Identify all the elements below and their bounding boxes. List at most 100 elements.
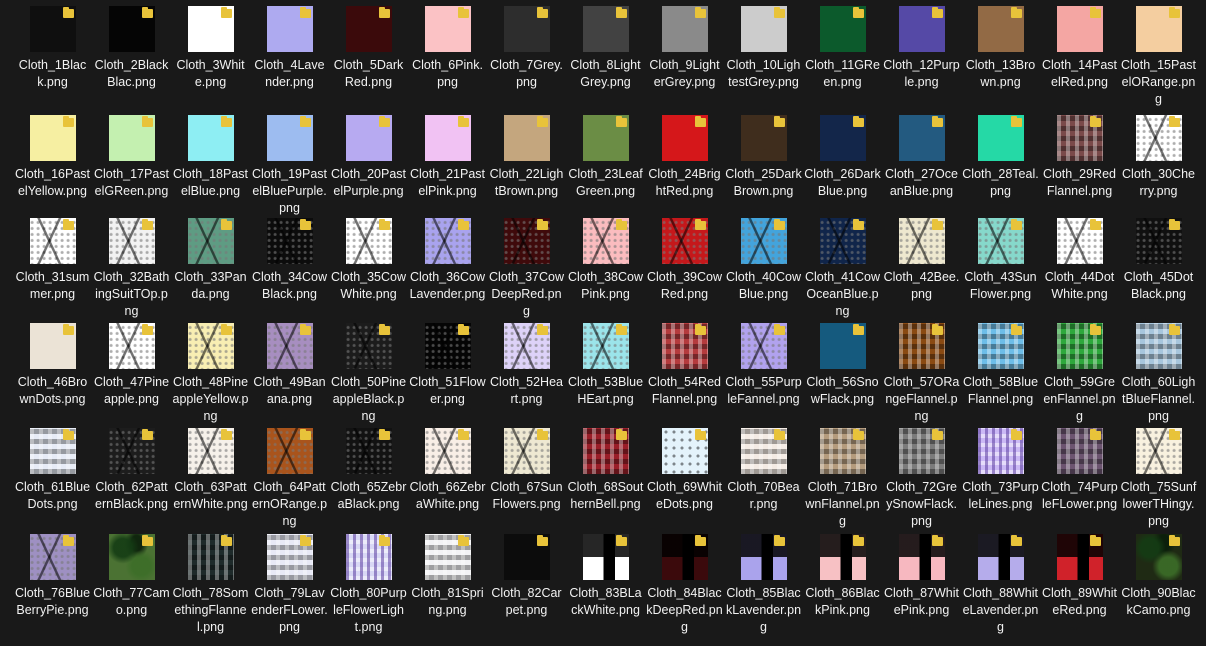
file-item[interactable]: Cloth_60LightBlueFlannel.png bbox=[1119, 323, 1198, 425]
file-item[interactable]: Cloth_38CowPink.png bbox=[566, 218, 645, 303]
file-item[interactable]: Cloth_20PastelPurple.png bbox=[329, 115, 408, 200]
file-item[interactable]: Cloth_11GReen.png bbox=[803, 6, 882, 91]
file-item[interactable]: Cloth_56SnowFlack.png bbox=[803, 323, 882, 408]
file-item[interactable]: Cloth_84BlackDeepRed.png bbox=[645, 534, 724, 636]
file-name-label: Cloth_40CowBlue.png bbox=[725, 270, 802, 301]
file-item[interactable]: Cloth_45DotBlack.png bbox=[1119, 218, 1198, 303]
file-item[interactable]: Cloth_4Lavender.png bbox=[250, 6, 329, 91]
file-item[interactable]: Cloth_14PastelRed.png bbox=[1040, 6, 1119, 91]
file-item[interactable]: Cloth_74PurpleFLower.png bbox=[1040, 428, 1119, 513]
file-item[interactable]: Cloth_48PineappleYellow.png bbox=[171, 323, 250, 425]
file-item[interactable]: Cloth_80PurpleFlowerLight.png bbox=[329, 534, 408, 636]
file-item[interactable]: Cloth_10LightestGrey.png bbox=[724, 6, 803, 91]
file-item[interactable]: Cloth_34CowBlack.png bbox=[250, 218, 329, 303]
file-item[interactable]: Cloth_36CowLavender.png bbox=[408, 218, 487, 303]
file-item[interactable]: Cloth_13Brown.png bbox=[961, 6, 1040, 91]
file-item[interactable]: Cloth_90BlackCamo.png bbox=[1119, 534, 1198, 619]
folder-badge-icon bbox=[773, 219, 785, 230]
file-item[interactable]: Cloth_64PatternORange.png bbox=[250, 428, 329, 530]
file-item[interactable]: Cloth_37CowDeepRed.png bbox=[487, 218, 566, 320]
file-item[interactable]: Cloth_25DarkBrown.png bbox=[724, 115, 803, 200]
file-item[interactable]: Cloth_42Bee.png bbox=[882, 218, 961, 303]
file-item[interactable]: Cloth_18PastelBlue.png bbox=[171, 115, 250, 200]
file-item[interactable]: Cloth_72GreySnowFlack.png bbox=[882, 428, 961, 530]
file-item[interactable]: Cloth_51Flower.png bbox=[408, 323, 487, 408]
file-item[interactable]: Cloth_49Banana.png bbox=[250, 323, 329, 408]
file-item[interactable]: Cloth_27OceanBlue.png bbox=[882, 115, 961, 200]
file-item[interactable]: Cloth_79LavenderFLower.png bbox=[250, 534, 329, 636]
file-item[interactable]: Cloth_63PatternWhite.png bbox=[171, 428, 250, 513]
file-item[interactable]: Cloth_6Pink.png bbox=[408, 6, 487, 91]
file-name-label: Cloth_26DarkBlue.png bbox=[804, 167, 881, 198]
file-item[interactable]: Cloth_46BrownDots.png bbox=[13, 323, 92, 408]
file-item[interactable]: Cloth_66ZebraWhite.png bbox=[408, 428, 487, 513]
file-item[interactable]: Cloth_47Pineapple.png bbox=[92, 323, 171, 408]
image-thumbnail bbox=[661, 428, 708, 474]
file-item[interactable]: Cloth_82Carpet.png bbox=[487, 534, 566, 619]
file-item[interactable]: Cloth_58BlueFlannel.png bbox=[961, 323, 1040, 408]
image-thumbnail bbox=[108, 115, 155, 161]
file-item[interactable]: Cloth_68SouthernBell.png bbox=[566, 428, 645, 513]
file-item[interactable]: Cloth_7Grey.png bbox=[487, 6, 566, 91]
file-item[interactable]: Cloth_30Cherry.png bbox=[1119, 115, 1198, 200]
file-item[interactable]: Cloth_50PineappleBlack.png bbox=[329, 323, 408, 425]
file-item[interactable]: Cloth_1Black.png bbox=[13, 6, 92, 91]
file-item[interactable]: Cloth_54RedFlannel.png bbox=[645, 323, 724, 408]
file-item[interactable]: Cloth_26DarkBlue.png bbox=[803, 115, 882, 200]
file-item[interactable]: Cloth_69WhiteDots.png bbox=[645, 428, 724, 513]
file-item[interactable]: Cloth_55PurpleFannel.png bbox=[724, 323, 803, 408]
file-item[interactable]: Cloth_17PastelGReen.png bbox=[92, 115, 171, 200]
file-item[interactable]: Cloth_75SunflowerTHingy.png bbox=[1119, 428, 1198, 530]
file-item[interactable]: Cloth_67SunFlowers.png bbox=[487, 428, 566, 513]
file-item[interactable]: Cloth_85BlackLavender.png bbox=[724, 534, 803, 636]
file-item[interactable]: Cloth_78SomethingFlannel.png bbox=[171, 534, 250, 636]
folder-badge-icon bbox=[141, 7, 153, 18]
file-item[interactable]: Cloth_5DarkRed.png bbox=[329, 6, 408, 91]
file-item[interactable]: Cloth_61BlueDots.png bbox=[13, 428, 92, 513]
file-item[interactable]: Cloth_16PastelYellow.png bbox=[13, 115, 92, 200]
file-item[interactable]: Cloth_29RedFlannel.png bbox=[1040, 115, 1119, 200]
file-item[interactable]: Cloth_62PatternBlack.png bbox=[92, 428, 171, 513]
file-item[interactable]: Cloth_77Camo.png bbox=[92, 534, 171, 619]
file-item[interactable]: Cloth_32BathingSuitTOp.png bbox=[92, 218, 171, 320]
file-item[interactable]: Cloth_8LightGrey.png bbox=[566, 6, 645, 91]
file-item[interactable]: Cloth_83BLackWhite.png bbox=[566, 534, 645, 619]
file-name-label: Cloth_24BrightRed.png bbox=[648, 167, 721, 198]
file-item[interactable]: Cloth_44DotWhite.png bbox=[1040, 218, 1119, 303]
file-item[interactable]: Cloth_52Heart.png bbox=[487, 323, 566, 408]
file-item[interactable]: Cloth_23LeafGreen.png bbox=[566, 115, 645, 200]
file-item[interactable]: Cloth_12Purple.png bbox=[882, 6, 961, 91]
file-item[interactable]: Cloth_43SunFlower.png bbox=[961, 218, 1040, 303]
file-item[interactable]: Cloth_86BlackPink.png bbox=[803, 534, 882, 619]
file-item[interactable]: Cloth_53BlueHEart.png bbox=[566, 323, 645, 408]
file-item[interactable]: Cloth_24BrightRed.png bbox=[645, 115, 724, 200]
file-item[interactable]: Cloth_81Spring.png bbox=[408, 534, 487, 619]
file-name-label: Cloth_55PurpleFannel.png bbox=[725, 375, 802, 406]
file-item[interactable]: Cloth_87WhitePink.png bbox=[882, 534, 961, 619]
file-item[interactable]: Cloth_40CowBlue.png bbox=[724, 218, 803, 303]
file-item[interactable]: Cloth_33Panda.png bbox=[171, 218, 250, 303]
file-item[interactable]: Cloth_73PurpleLines.png bbox=[961, 428, 1040, 513]
file-item[interactable]: Cloth_3White.png bbox=[171, 6, 250, 91]
file-item[interactable]: Cloth_76BlueBerryPie.png bbox=[13, 534, 92, 619]
file-item[interactable]: Cloth_71BrownFlannel.png bbox=[803, 428, 882, 530]
file-item[interactable]: Cloth_22LightBrown.png bbox=[487, 115, 566, 200]
file-item[interactable]: Cloth_89WhiteRed.png bbox=[1040, 534, 1119, 619]
file-item[interactable]: Cloth_21PastelPink.png bbox=[408, 115, 487, 200]
file-item[interactable]: Cloth_39CowRed.png bbox=[645, 218, 724, 303]
folder-badge-icon bbox=[536, 324, 548, 335]
file-item[interactable]: Cloth_70Bear.png bbox=[724, 428, 803, 513]
file-item[interactable]: Cloth_15PastelORange.png bbox=[1119, 6, 1198, 108]
file-item[interactable]: Cloth_2BlackBlac.png bbox=[92, 6, 171, 91]
file-item[interactable]: Cloth_59GreenFlannel.png bbox=[1040, 323, 1119, 425]
folder-badge-icon bbox=[220, 429, 232, 440]
file-item[interactable]: Cloth_19PastelBluePurple.png bbox=[250, 115, 329, 217]
file-item[interactable]: Cloth_9LighterGrey.png bbox=[645, 6, 724, 91]
file-item[interactable]: Cloth_28Teal.png bbox=[961, 115, 1040, 200]
file-item[interactable]: Cloth_88WhiteLavender.png bbox=[961, 534, 1040, 636]
file-item[interactable]: Cloth_65ZebraBlack.png bbox=[329, 428, 408, 513]
file-item[interactable]: Cloth_57ORangeFlannel.png bbox=[882, 323, 961, 425]
file-item[interactable]: Cloth_31summer.png bbox=[13, 218, 92, 303]
file-item[interactable]: Cloth_35CowWhite.png bbox=[329, 218, 408, 303]
file-item[interactable]: Cloth_41CowOceanBlue.png bbox=[803, 218, 882, 320]
